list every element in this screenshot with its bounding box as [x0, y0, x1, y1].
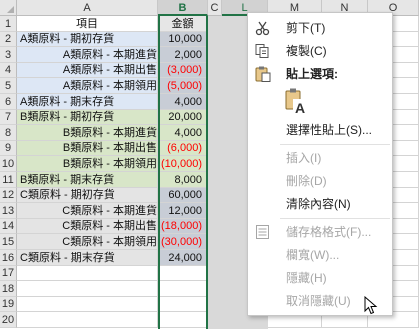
- column-header-a[interactable]: A: [17, 0, 158, 16]
- menu-separator: [280, 218, 390, 219]
- cell-item-name[interactable]: [17, 266, 158, 281]
- cell-amount[interactable]: [158, 281, 208, 297]
- cell-amount[interactable]: 2,000: [158, 47, 208, 63]
- paste-text-only-icon[interactable]: A: [284, 87, 308, 116]
- copy-icon: [254, 43, 272, 59]
- menu-item-format-cells[interactable]: 儲存格格式(F)...: [248, 221, 392, 243]
- cell-amount[interactable]: (30,000): [158, 234, 208, 250]
- menu-separator: [280, 144, 390, 145]
- cell-item-name[interactable]: C類原料 - 本期進貨: [17, 203, 158, 219]
- row-header[interactable]: 15: [0, 234, 17, 250]
- row-header[interactable]: 4: [0, 63, 17, 78]
- cell-item-name[interactable]: A類原料 - 本期領用: [17, 78, 158, 94]
- format-cells-label: 儲存格格式(F)...: [286, 225, 372, 239]
- cell-item-name[interactable]: [17, 297, 158, 312]
- row-header[interactable]: 12: [0, 188, 17, 203]
- unhide-label: 取消隱藏(U): [286, 294, 351, 308]
- menu-item-delete[interactable]: 刪除(D): [248, 170, 392, 192]
- menu-item-copy-label: 複製(C): [286, 44, 327, 58]
- row-header[interactable]: 1: [0, 16, 17, 32]
- mouse-pointer-icon: [364, 295, 378, 316]
- cell-item-name[interactable]: B類原料 - 期初存貨: [17, 110, 158, 125]
- cell-amount[interactable]: 8,000: [158, 172, 208, 188]
- row-header[interactable]: 18: [0, 281, 17, 297]
- cell-amount[interactable]: (10,000): [158, 156, 208, 172]
- cell-amount[interactable]: 4,000: [158, 125, 208, 141]
- column-header-b[interactable]: B: [158, 0, 208, 16]
- cell-item-name[interactable]: B類原料 - 本期領用: [17, 156, 158, 172]
- cell-amount[interactable]: 60,000: [158, 188, 208, 203]
- menu-item-paste-special[interactable]: 選擇性貼上(S)...: [248, 119, 392, 141]
- cell-item-name[interactable]: B類原料 - 期末存貨: [17, 172, 158, 188]
- menu-item-cut-label: 剪下(T): [286, 21, 326, 35]
- cell-amount[interactable]: (6,000): [158, 141, 208, 156]
- cell-item-name[interactable]: B類原料 - 本期進貨: [17, 125, 158, 141]
- menu-item-cut[interactable]: 剪下(T): [248, 17, 392, 39]
- cell-item-name[interactable]: C類原料 - 本期出售: [17, 219, 158, 234]
- clipboard-icon: [254, 66, 272, 82]
- row-header[interactable]: 3: [0, 47, 17, 63]
- cell-amount[interactable]: 12,000: [158, 203, 208, 219]
- row-header[interactable]: 7: [0, 110, 17, 125]
- menu-item-paste-options: 貼上選項:: [248, 63, 392, 85]
- cell-item-name[interactable]: C類原料 - 期末存貨: [17, 250, 158, 266]
- insert-label: 插入(I): [286, 151, 322, 165]
- menu-item-column-width[interactable]: 欄寬(W)...: [248, 244, 392, 266]
- row-header[interactable]: 17: [0, 266, 17, 281]
- cell-item-name[interactable]: A類原料 - 期末存貨: [17, 94, 158, 110]
- cell-amount[interactable]: 20,000: [158, 110, 208, 125]
- cell-amount[interactable]: (5,000): [158, 78, 208, 94]
- row-header[interactable]: 5: [0, 78, 17, 94]
- row-header[interactable]: 19: [0, 297, 17, 312]
- hide-label: 隱藏(H): [286, 271, 327, 285]
- cell-amount[interactable]: 4,000: [158, 94, 208, 110]
- row-header[interactable]: 13: [0, 203, 17, 219]
- row-header[interactable]: 11: [0, 172, 17, 188]
- cell-item-name[interactable]: C類原料 - 本期領用: [17, 234, 158, 250]
- select-all-corner[interactable]: [0, 0, 17, 16]
- row-header[interactable]: 20: [0, 312, 17, 328]
- scissors-icon: [254, 20, 272, 36]
- cell-amount[interactable]: (18,000): [158, 219, 208, 234]
- cell-amount[interactable]: 24,000: [158, 250, 208, 266]
- context-menu: 剪下(T) 複製(C) 貼上選項: A 選擇性貼上(S)... 插入(I) 刪除…: [247, 12, 393, 316]
- cell-item-name[interactable]: A類原料 - 期初存貨: [17, 32, 158, 47]
- header-cell-item[interactable]: 項目: [17, 16, 158, 32]
- row-header[interactable]: 16: [0, 250, 17, 266]
- menu-item-clear-contents[interactable]: 清除內容(N): [248, 193, 392, 215]
- cell-item-name[interactable]: C類原料 - 期初存貨: [17, 188, 158, 203]
- cell-item-name[interactable]: A類原料 - 本期進貨: [17, 47, 158, 63]
- row-header[interactable]: 6: [0, 94, 17, 110]
- format-cells-icon: [254, 224, 272, 240]
- paste-options-label: 貼上選項:: [286, 67, 338, 81]
- cell-item-name[interactable]: [17, 281, 158, 297]
- cell-item-name[interactable]: A類原料 - 本期出售: [17, 63, 158, 78]
- cell-amount[interactable]: [158, 297, 208, 312]
- column-width-label: 欄寬(W)...: [286, 248, 340, 262]
- row-header[interactable]: 14: [0, 219, 17, 234]
- column-header-c[interactable]: C: [208, 0, 222, 16]
- row-header[interactable]: 8: [0, 125, 17, 141]
- header-cell-amount[interactable]: 金額: [158, 16, 208, 32]
- cell-amount[interactable]: [158, 312, 208, 328]
- delete-label: 刪除(D): [286, 174, 327, 188]
- row-header[interactable]: 2: [0, 32, 17, 47]
- cell-amount[interactable]: (3,000): [158, 63, 208, 78]
- row-header[interactable]: 10: [0, 156, 17, 172]
- menu-item-insert[interactable]: 插入(I): [248, 147, 392, 169]
- cell-item-name[interactable]: [17, 312, 158, 328]
- cell-item-name[interactable]: B類原料 - 本期出售: [17, 141, 158, 156]
- cell-amount[interactable]: 10,000: [158, 32, 208, 47]
- paste-special-label: 選擇性貼上(S)...: [286, 123, 372, 137]
- row-header[interactable]: 9: [0, 141, 17, 156]
- menu-item-copy[interactable]: 複製(C): [248, 40, 392, 62]
- menu-item-hide[interactable]: 隱藏(H): [248, 267, 392, 289]
- clear-contents-label: 清除內容(N): [286, 197, 351, 211]
- svg-text:A: A: [295, 100, 305, 115]
- cell-amount[interactable]: [158, 266, 208, 281]
